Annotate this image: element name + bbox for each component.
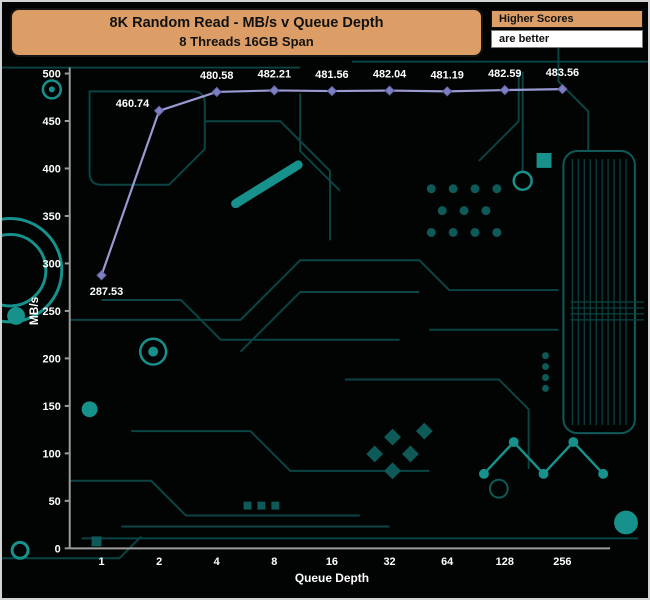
data-point-label: 481.56: [315, 69, 348, 81]
data-point-label: 483.56: [546, 67, 579, 79]
chart-title-box: 8K Random Read - MB/s v Queue Depth 8 Th…: [10, 8, 483, 57]
y-tick-label: 500: [43, 68, 61, 80]
x-tick-label: 32: [383, 556, 395, 568]
data-point-marker: [97, 271, 106, 280]
x-tick-label: 64: [441, 556, 453, 568]
chart-frame: 0 50 100 150 200 250 300 350 400 450 500 1 2 4 8 16 32 64…: [0, 0, 650, 600]
legend-higher-scores: Higher Scores: [491, 10, 643, 28]
y-tick-label: 0: [55, 543, 61, 555]
x-tick-label: 4: [214, 556, 220, 568]
data-point-marker: [327, 87, 336, 96]
data-point-label: 482.04: [373, 69, 406, 81]
data-point-marker: [500, 86, 509, 95]
y-tick-label: 350: [43, 211, 61, 223]
y-axis-title: MB/s: [27, 296, 41, 325]
y-tick-label: 250: [43, 306, 61, 318]
chart-title: 8K Random Read - MB/s v Queue Depth: [12, 15, 481, 31]
x-tick-label: 8: [271, 556, 277, 568]
data-point-marker: [443, 87, 452, 96]
chart-subtitle: 8 Threads 16GB Span: [12, 34, 481, 49]
data-point-label: 460.74: [116, 98, 149, 110]
data-point-marker: [558, 85, 567, 94]
x-axis-title: Queue Depth: [295, 571, 369, 585]
data-point-marker: [270, 86, 279, 95]
legend-box: Higher Scores are better: [491, 10, 643, 48]
data-point-label: 481.19: [431, 69, 464, 81]
x-tick-label: 16: [326, 556, 338, 568]
y-tick-label: 300: [43, 258, 61, 270]
x-tick-label: 256: [553, 556, 571, 568]
y-tick-label: 50: [49, 496, 61, 508]
y-tick-label: 400: [43, 163, 61, 175]
data-point-label: 287.53: [90, 286, 123, 298]
series-line: [102, 89, 563, 275]
y-tick-label: 150: [43, 401, 61, 413]
line-chart: 0 50 100 150 200 250 300 350 400 450 500 1 2 4 8 16 32 64…: [2, 2, 648, 598]
y-tick-label: 450: [43, 116, 61, 128]
data-point-label: 480.58: [200, 70, 233, 82]
data-point-label: 482.21: [258, 69, 291, 81]
data-point-marker: [212, 87, 221, 96]
data-point-marker: [385, 86, 394, 95]
x-tick-label: 1: [98, 556, 104, 568]
y-tick-label: 100: [43, 448, 61, 460]
y-tick-label: 200: [43, 353, 61, 365]
legend-are-better: are better: [491, 30, 643, 48]
data-point-label: 482.59: [488, 68, 521, 80]
x-tick-label: 2: [156, 556, 162, 568]
data-point-marker: [155, 106, 164, 115]
x-tick-label: 128: [496, 556, 514, 568]
